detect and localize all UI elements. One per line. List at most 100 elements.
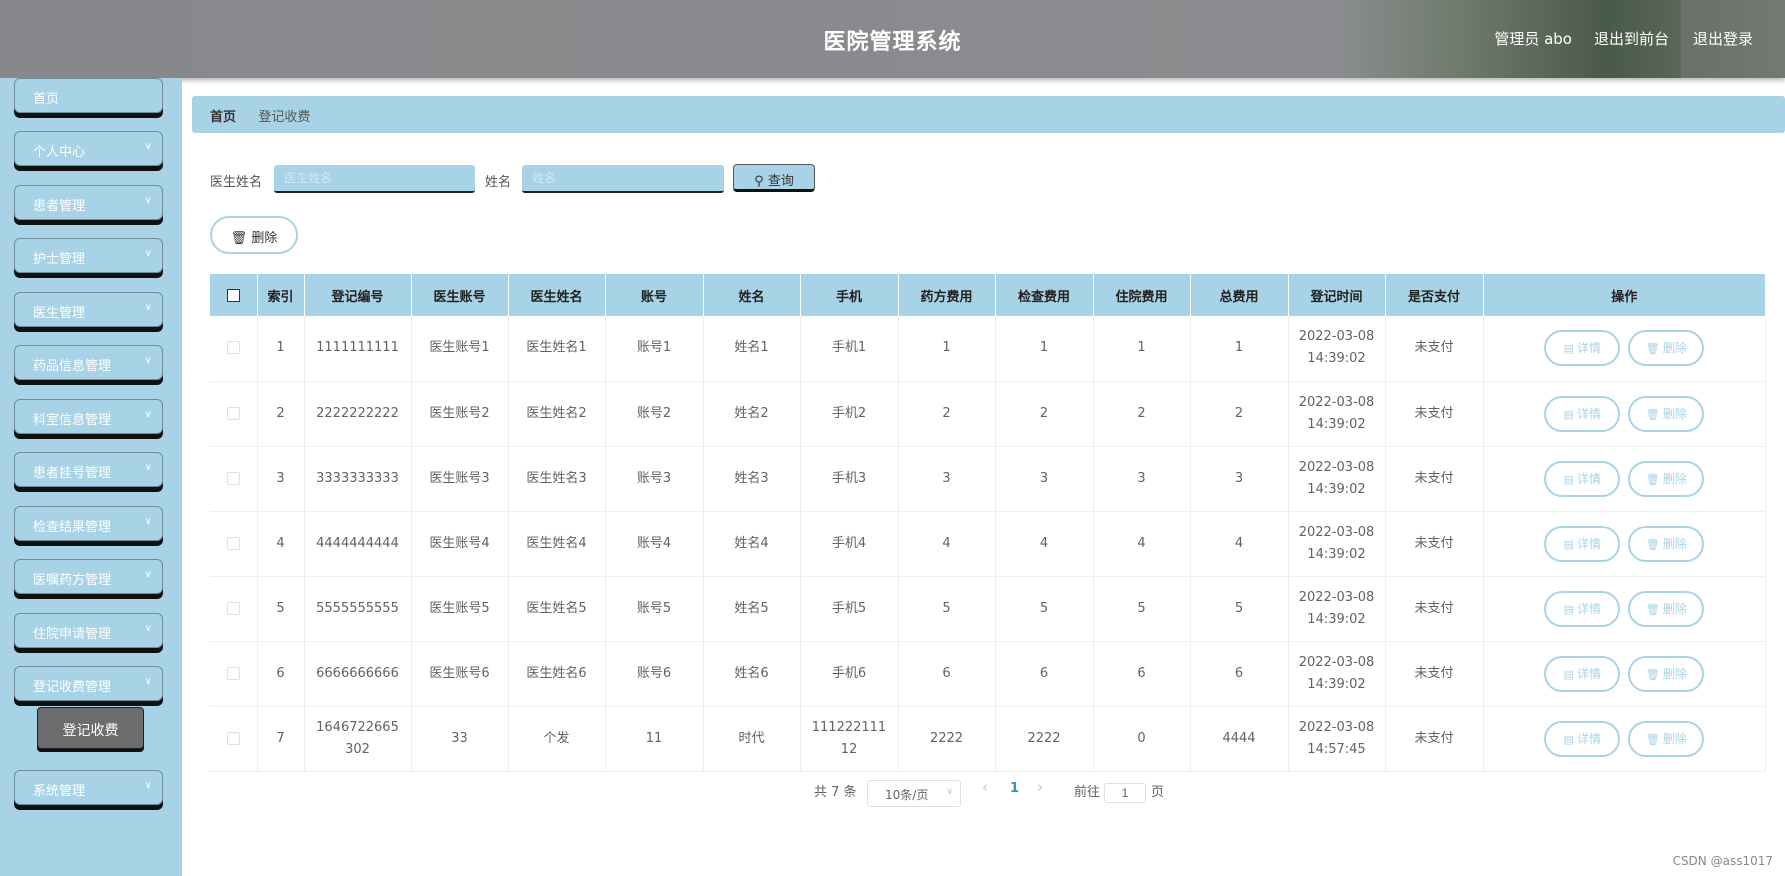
delete-button[interactable]: 🗑 删除: [1628, 525, 1705, 562]
document-icon: ▤: [1563, 342, 1574, 356]
sidebar-item-label: 医嘱药方管理: [33, 573, 112, 588]
detail-label: 详情: [1576, 731, 1601, 746]
delete-button[interactable]: 🗑 删除: [1628, 720, 1705, 757]
row-checkbox[interactable]: [226, 536, 240, 550]
detail-button[interactable]: ▤ 详情: [1544, 590, 1621, 627]
cell-doc_acc: 医生账号2: [411, 381, 509, 447]
cell-no: 1111111111: [304, 316, 412, 382]
cell-doc_name: 医生姓名2: [508, 381, 606, 447]
detail-button[interactable]: ▤ 详情: [1544, 655, 1621, 692]
chevron-down-icon: ∨: [144, 569, 152, 580]
cell-phone: 手机6: [800, 641, 899, 707]
column-header: 索引: [257, 274, 305, 316]
delete-button[interactable]: 🗑 删除: [1628, 330, 1705, 367]
sidebar-item-prescriptions[interactable]: 医嘱药方管理 ∨: [14, 559, 163, 594]
delete-button[interactable]: 🗑 删除: [1628, 655, 1705, 692]
cell-time: 2022-03-08 14:39:02: [1288, 511, 1386, 577]
cell-actions: ▤ 详情 🗑 删除: [1483, 641, 1766, 707]
row-select-cell: [210, 511, 258, 577]
breadcrumb-separator: /: [245, 110, 250, 125]
row-checkbox[interactable]: [226, 341, 240, 355]
detail-button[interactable]: ▤ 详情: [1544, 395, 1621, 432]
cell-doc_acc: 医生账号1: [411, 316, 509, 382]
sidebar-item-patients[interactable]: 患者管理 ∨: [14, 185, 163, 220]
sidebar-item-doctors[interactable]: 医生管理 ∨: [14, 292, 163, 327]
row-checkbox[interactable]: [226, 731, 240, 745]
sidebar-item-billing[interactable]: 登记收费管理 ∨: [14, 666, 163, 701]
page-number-current[interactable]: 1: [1010, 781, 1019, 796]
breadcrumb-home[interactable]: 首页: [210, 110, 236, 125]
time-text: 14:39:02: [1307, 416, 1366, 432]
cell-time: 2022-03-08 14:39:02: [1288, 316, 1386, 382]
row-checkbox[interactable]: [226, 471, 240, 485]
table-row: 5 5555555555 医生账号5 医生姓名5 账号5 姓名5 手机5 5 5 5 5 2022-0…: [210, 576, 1766, 642]
delete-label: 删除: [1662, 406, 1687, 421]
query-button[interactable]: ⚲ 查询: [733, 164, 815, 192]
cell-acc: 账号5: [605, 576, 704, 642]
cell-hosp: 4: [1093, 511, 1191, 577]
detail-button[interactable]: ▤ 详情: [1544, 460, 1621, 497]
cell-name: 姓名4: [703, 511, 801, 577]
row-checkbox[interactable]: [226, 601, 240, 615]
prev-page-button[interactable]: ‹: [982, 778, 988, 796]
trash-icon: 🗑: [1645, 472, 1660, 486]
sidebar-item-registration[interactable]: 患者挂号管理 ∨: [14, 452, 163, 487]
sidebar-item-hospitalization[interactable]: 住院申请管理 ∨: [14, 613, 163, 648]
name-label: 姓名: [485, 175, 512, 190]
sidebar-item-label: 患者挂号管理: [33, 466, 112, 481]
goto-page-input[interactable]: [1104, 783, 1146, 803]
delete-button[interactable]: 🗑 删除: [1628, 590, 1705, 627]
page-size-select[interactable]: 10条/页 ∨: [867, 780, 961, 807]
row-checkbox[interactable]: [226, 666, 240, 680]
cell-hosp: 3: [1093, 446, 1191, 512]
table-header-row: 索引 登记编号 医生账号 医生姓名 账号 姓名 手机 药方费用 检查费用 住院费…: [210, 274, 1766, 316]
detail-button[interactable]: ▤ 详情: [1544, 720, 1621, 757]
next-page-button[interactable]: ›: [1037, 778, 1043, 796]
select-all-checkbox[interactable]: [226, 288, 240, 302]
logout-button[interactable]: 退出登录: [1681, 0, 1785, 78]
date-text: 2022-03-08: [1298, 524, 1375, 540]
sidebar-item-system[interactable]: 系统管理 ∨: [14, 770, 163, 805]
chevron-down-icon: ∨: [144, 302, 152, 313]
delete-label: 删除: [1662, 666, 1687, 681]
select-all-cell: [210, 274, 258, 316]
table-row: 4 4444444444 医生账号4 医生姓名4 账号4 姓名4 手机4 4 4 4 4 2022-0…: [210, 511, 1766, 577]
time-text: 14:39:02: [1307, 481, 1366, 497]
sidebar-item-drugs[interactable]: 药品信息管理 ∨: [14, 345, 163, 380]
detail-button[interactable]: ▤ 详情: [1544, 330, 1621, 367]
sidebar-item-home[interactable]: 首页: [14, 78, 163, 113]
watermark: CSDN @ass1017: [1672, 854, 1773, 868]
cell-name: 姓名1: [703, 316, 801, 382]
sidebar-item-exam-results[interactable]: 检查结果管理 ∨: [14, 506, 163, 541]
sidebar-item-label: 药品信息管理: [33, 359, 112, 374]
date-text: 2022-03-08: [1298, 394, 1375, 410]
detail-button[interactable]: ▤ 详情: [1544, 525, 1621, 562]
trash-icon: 🗑: [1645, 602, 1660, 616]
column-header: 检查费用: [995, 274, 1094, 316]
sidebar-item-nurses[interactable]: 护士管理 ∨: [14, 238, 163, 273]
sidebar-item-personal-center[interactable]: 个人中心 ∨: [14, 131, 163, 166]
exit-to-front-link[interactable]: 退出到前台: [1594, 28, 1669, 49]
row-checkbox[interactable]: [226, 406, 240, 420]
name-input[interactable]: [522, 165, 724, 193]
table-row: 7 1646722665302 33 个发 11 时代 11122211112 2222 222…: [210, 706, 1766, 772]
delete-button[interactable]: 🗑 删除: [1628, 460, 1705, 497]
chevron-down-icon: ∨: [144, 355, 152, 366]
document-icon: ▤: [1563, 407, 1574, 421]
cell-total: 5: [1190, 576, 1289, 642]
breadcrumb-current: 登记收费: [258, 110, 311, 125]
column-header: 是否支付: [1385, 274, 1484, 316]
trash-icon: 🗑: [1645, 342, 1660, 356]
sidebar-item-departments[interactable]: 科室信息管理 ∨: [14, 399, 163, 434]
sidebar-subitem-billing[interactable]: 登记收费: [37, 707, 144, 749]
cell-doc_acc: 医生账号3: [411, 446, 509, 512]
delete-button[interactable]: 🗑 删除: [1628, 395, 1705, 432]
cell-doc_name: 医生姓名3: [508, 446, 606, 512]
batch-delete-button[interactable]: 🗑 删除: [210, 216, 298, 254]
cell-actions: ▤ 详情 🗑 删除: [1483, 511, 1766, 577]
trash-icon: 🗑: [1645, 407, 1660, 421]
cell-name: 姓名6: [703, 641, 801, 707]
row-select-cell: [210, 576, 258, 642]
doctor-name-input[interactable]: [274, 165, 475, 193]
cell-hosp: 6: [1093, 641, 1191, 707]
